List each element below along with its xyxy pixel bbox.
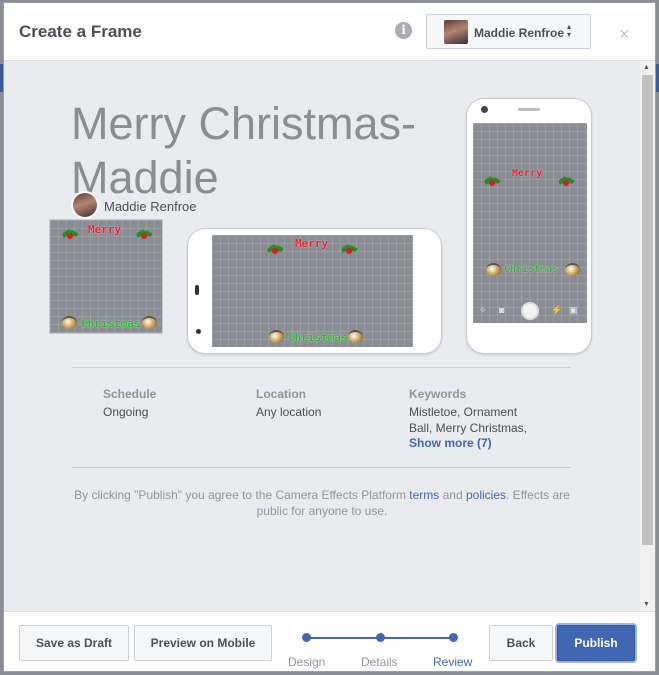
- frame-bottom-text: Christmas: [288, 331, 348, 344]
- holly-icon: [62, 228, 78, 242]
- effects-icon: ✧: [479, 305, 487, 315]
- keywords-section: Keywords Mistletoe, Ornament Ball, Merry…: [409, 387, 527, 450]
- legal-text-pre: By clicking "Publish" you agree to the C…: [74, 488, 410, 502]
- landscape-screen: Merry Christmas: [212, 235, 413, 347]
- frame-bottom-text: Christmas: [81, 317, 141, 330]
- scrollbar-thumb[interactable]: [642, 75, 653, 545]
- show-more-link[interactable]: Show more (7): [409, 436, 527, 450]
- ornament-icon: [486, 263, 501, 276]
- dialog-body: Merry Christmas- Maddie Maddie Renfroe M…: [4, 61, 640, 611]
- location-value: Any location: [256, 405, 322, 419]
- flash-icon: ⚡: [551, 305, 563, 315]
- keywords-value-line1: Mistletoe, Ornament: [409, 405, 518, 419]
- progress-steps: Design Details Review: [288, 632, 478, 672]
- ornament-icon: [269, 330, 284, 343]
- location-label: Location: [256, 387, 306, 401]
- frame-top-text: Merry: [512, 168, 543, 179]
- frame-top-text: Merry: [295, 237, 329, 250]
- save-draft-button[interactable]: Save as Draft: [19, 625, 129, 661]
- divider: [72, 467, 571, 468]
- holly-icon: [558, 175, 574, 189]
- legal-notice: By clicking "Publish" you agree to the C…: [72, 487, 572, 519]
- ornament-icon: [565, 263, 580, 276]
- create-frame-dialog: Create a Frame i Maddie Renfroe ▴ ▾ × Mer…: [3, 2, 656, 672]
- ornament-icon: [348, 330, 363, 343]
- publish-button[interactable]: Publish: [557, 625, 635, 661]
- scroll-up-icon[interactable]: ▲: [643, 64, 650, 71]
- holly-icon: [484, 175, 500, 189]
- keywords-value-line2: Ball, Merry Christmas,: [409, 421, 528, 435]
- step-label-review[interactable]: Review: [433, 655, 472, 669]
- dialog-title: Create a Frame: [19, 22, 142, 41]
- dialog-header: Create a Frame i Maddie Renfroe ▴ ▾ ×: [4, 3, 655, 61]
- holly-icon: [267, 243, 283, 257]
- keywords-label: Keywords: [409, 387, 467, 401]
- phone-camera: [195, 285, 199, 295]
- policies-link[interactable]: policies: [466, 488, 506, 502]
- phone-speaker: [518, 108, 540, 111]
- step-label-details[interactable]: Details: [361, 655, 398, 669]
- close-icon[interactable]: ×: [619, 24, 630, 45]
- scroll-down-icon[interactable]: ▼: [643, 601, 650, 608]
- schedule-section: Schedule Ongoing: [103, 387, 156, 420]
- account-avatar: [444, 20, 468, 44]
- location-section: Location Any location: [256, 387, 321, 420]
- step-label-design[interactable]: Design: [288, 655, 325, 669]
- frame-bottom-text: Christmas: [504, 264, 559, 275]
- phone-camera: [481, 106, 488, 113]
- ornament-icon: [142, 316, 157, 329]
- square-preview: Merry Christmas: [49, 219, 163, 334]
- preview-mobile-button[interactable]: Preview on Mobile: [134, 625, 272, 661]
- landscape-phone-preview: Merry Christmas: [187, 228, 442, 354]
- portrait-phone-preview: Merry Christmas ✧ ◙ ⚡ ▣: [466, 98, 592, 354]
- holly-icon: [136, 228, 152, 242]
- schedule-value: Ongoing: [103, 405, 149, 419]
- legal-text-and: and: [439, 488, 466, 502]
- ornament-icon: [62, 316, 77, 329]
- frame-top-text: Merry: [88, 223, 122, 236]
- account-selector[interactable]: Maddie Renfroe ▴ ▾: [426, 14, 591, 49]
- back-button[interactable]: Back: [489, 625, 553, 661]
- account-name: Maddie Renfroe: [474, 26, 565, 40]
- holly-icon: [341, 243, 357, 257]
- schedule-label: Schedule: [103, 387, 157, 401]
- author-name: Maddie Renfroe: [104, 199, 197, 214]
- scrollbar[interactable]: ▲ ▼: [640, 61, 655, 611]
- author-avatar: [71, 191, 99, 219]
- sort-caret-icon: ▴ ▾: [567, 22, 572, 39]
- phone-sensor: [196, 329, 201, 334]
- step-node-details: [376, 633, 385, 642]
- terms-link[interactable]: terms: [409, 488, 439, 502]
- camera-icon: ◙: [499, 305, 505, 315]
- portrait-screen: Merry Christmas ✧ ◙ ⚡ ▣: [473, 123, 587, 323]
- shutter-icon: [521, 302, 539, 320]
- camera-controls: ✧ ◙ ⚡ ▣: [473, 299, 587, 323]
- step-node-design: [302, 633, 311, 642]
- divider: [72, 367, 571, 368]
- info-icon[interactable]: i: [395, 22, 412, 39]
- effect-title: Merry Christmas- Maddie: [71, 98, 416, 197]
- dialog-footer: Save as Draft Preview on Mobile Design D…: [4, 611, 655, 671]
- step-node-review: [449, 633, 458, 642]
- gallery-icon: ▣: [569, 305, 578, 315]
